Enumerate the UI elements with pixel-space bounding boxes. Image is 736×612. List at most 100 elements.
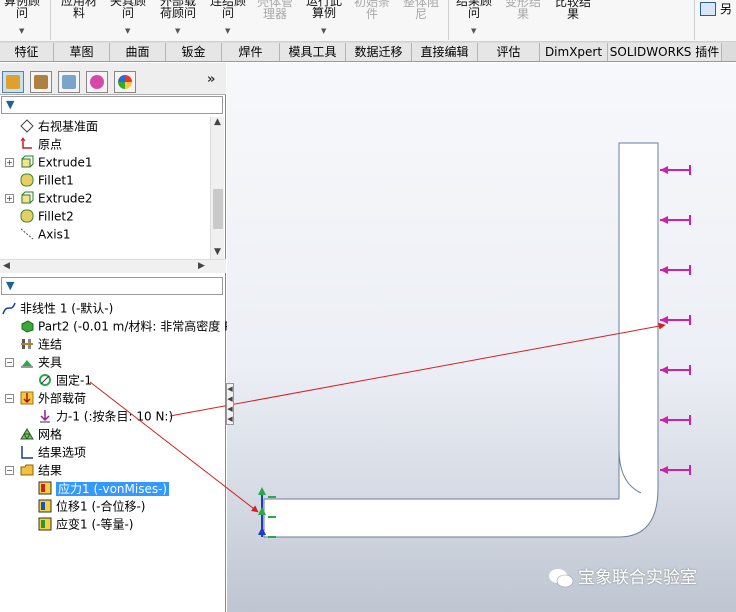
fillet-icon (20, 209, 34, 222)
configuration-manager-tab[interactable] (58, 71, 80, 93)
feature-tree-horizontal-scrollbar[interactable]: ◀ ▶ (0, 259, 226, 273)
command-tabs: 特征 草图 曲面 钣金 焊件 模具工具 数据迁移 直接编辑 评估 DimXper… (0, 42, 736, 62)
tree-item-origin[interactable]: 原点 (20, 135, 62, 153)
mesh-icon (20, 427, 34, 439)
origin-icon (20, 136, 32, 149)
shell-manager-label: 壳体管 理器 (256, 0, 293, 21)
study-external-loads[interactable]: 外部载荷 (20, 389, 86, 407)
tab-weldments[interactable]: 焊件 (222, 43, 280, 61)
feature-tree-filter[interactable]: ▼ (1, 96, 223, 114)
tree-item-label: Extrude1 (38, 155, 93, 170)
configuration-icon (62, 75, 76, 89)
expand-toggle[interactable]: + (5, 194, 14, 203)
property-manager-tab[interactable] (30, 71, 52, 93)
appearance-icon (118, 75, 132, 89)
collapse-toggle[interactable]: − (5, 358, 14, 367)
tab-direct-editing[interactable]: 直接编辑 (412, 43, 478, 61)
tree-item-fillet2[interactable]: Fillet2 (20, 207, 74, 225)
collapse-left-icon: ◀ (227, 395, 233, 403)
fixture-item-label: 固定-1 (56, 373, 92, 388)
external-loads-label: 外部载荷 (38, 391, 87, 406)
chevron-down-icon: ▼ (19, 27, 25, 35)
collapse-toggle[interactable]: − (5, 394, 14, 403)
result-item-stress[interactable]: 应力1 (-vonMises-) (38, 479, 170, 497)
tree-item-label: 右视基准面 (38, 119, 99, 134)
expand-toggle[interactable]: + (5, 158, 14, 167)
plane-icon (20, 118, 34, 133)
graphics-area[interactable] (227, 63, 736, 612)
tree-item-right-plane[interactable]: 右视基准面 (20, 117, 98, 135)
scroll-thumb[interactable] (213, 189, 223, 229)
tree-item-label: 原点 (38, 137, 63, 152)
extrude-icon (21, 191, 34, 203)
simulation-tree-filter[interactable]: ▼ (1, 277, 223, 295)
feature-tree-icon (6, 75, 20, 89)
results-advisor-button[interactable]: 结果顾 问 ▼ (452, 0, 496, 38)
study-root[interactable]: 非线性 1 (-默认-) (2, 299, 113, 317)
tab-sheet-metal[interactable]: 钣金 (166, 43, 222, 61)
study-fixtures[interactable]: 夹具 (20, 353, 62, 371)
apply-material-button[interactable]: 应用材 料 (56, 0, 102, 38)
tree-item-label: Axis1 (38, 227, 71, 242)
tree-item-label: Fillet2 (38, 209, 74, 224)
feature-manager-tab[interactable] (2, 71, 24, 93)
result-item-strain[interactable]: 应变1 (-等量-) (38, 515, 133, 533)
display-manager-tab[interactable] (114, 71, 136, 93)
scroll-right-icon[interactable]: ▶ (198, 261, 205, 271)
tab-data-migration[interactable]: 数据迁移 (346, 43, 412, 61)
panel-splitter[interactable]: ◀ ◀ ◀ ◀ (226, 383, 234, 425)
initial-conditions-button[interactable]: 初始条 件 (350, 0, 394, 38)
chevron-down-icon: ▼ (225, 27, 231, 35)
external-loads-advisor-button[interactable]: 外部载 荷顾问 ▼ (154, 0, 202, 38)
results-folder-icon (20, 464, 34, 475)
study-part[interactable]: Part2 (-0.01 m/材料: 非常高密度 P (20, 317, 231, 335)
feature-tree-vertical-scrollbar[interactable]: ▲ ▼ (210, 117, 224, 261)
scroll-left-icon[interactable]: ◀ (3, 261, 10, 271)
connections-advisor-button[interactable]: 连结顾 问 ▼ (206, 0, 250, 38)
collapse-toggle[interactable]: − (5, 466, 14, 475)
tab-mold-tools[interactable]: 模具工具 (280, 43, 346, 61)
tree-item-extrude2[interactable]: Extrude2 (20, 189, 93, 207)
report-icon[interactable] (700, 2, 716, 16)
study-advisor-button[interactable]: 算例顾 问 ▼ (2, 0, 42, 38)
study-connections[interactable]: 连结 (20, 335, 62, 353)
study-advisor-label: 算例顾 问 (3, 0, 40, 20)
load-item[interactable]: 力-1 (:按条目: 10 N:) (38, 407, 173, 425)
scroll-down-icon[interactable]: ▼ (214, 247, 221, 257)
global-damping-button[interactable]: 整体阻 尼 (398, 0, 444, 38)
tab-sketch[interactable]: 草图 (54, 43, 110, 61)
force-arrow-icon (660, 465, 691, 475)
tree-item-axis1[interactable]: Axis1 (20, 225, 71, 243)
more-tabs-button[interactable]: » (207, 72, 215, 87)
deformed-result-button[interactable]: 变形结 果 (500, 0, 546, 38)
part-icon (21, 319, 34, 333)
scroll-up-icon[interactable]: ▲ (214, 117, 221, 127)
tab-surfaces[interactable]: 曲面 (110, 43, 166, 61)
fixtures-advisor-button[interactable]: 夹具顾 问 ▼ (106, 0, 150, 38)
tab-dimxpert[interactable]: DimXpert (540, 43, 608, 61)
shell-manager-button[interactable]: 壳体管 理器 (252, 0, 298, 38)
force-arrow-icon (660, 165, 691, 175)
chevron-down-icon: ▼ (321, 27, 327, 35)
study-results[interactable]: 结果 (20, 461, 62, 479)
tab-evaluate[interactable]: 评估 (478, 43, 540, 61)
tab-features[interactable]: 特征 (0, 43, 54, 61)
strain-plot-icon (38, 517, 52, 530)
result-item-label: 位移1 (-合位移-) (56, 499, 146, 514)
tree-item-fillet1[interactable]: Fillet1 (20, 171, 74, 189)
run-study-button[interactable]: 运行此 算例 ▼ (302, 0, 346, 38)
bracket-model[interactable] (263, 142, 659, 538)
property-icon (34, 75, 48, 89)
result-item-displacement[interactable]: 位移1 (-合位移-) (38, 497, 145, 515)
tree-item-extrude1[interactable]: Extrude1 (20, 153, 93, 171)
dimxpert-manager-tab[interactable] (86, 71, 108, 93)
initial-conditions-label: 初始条 件 (353, 0, 390, 21)
chevron-down-icon: ▼ (125, 27, 131, 35)
tab-solidworks-addins[interactable]: SOLIDWORKS 插件 (608, 43, 722, 61)
compare-results-button[interactable]: 比较结 果 (550, 0, 596, 38)
result-item-label: 应力1 (-vonMises-) (56, 481, 170, 496)
study-mesh[interactable]: 网格 (20, 425, 62, 443)
study-result-options[interactable]: 结果选项 (20, 443, 86, 461)
fillet-icon (20, 173, 34, 186)
fixture-item[interactable]: 固定-1 (38, 371, 92, 389)
